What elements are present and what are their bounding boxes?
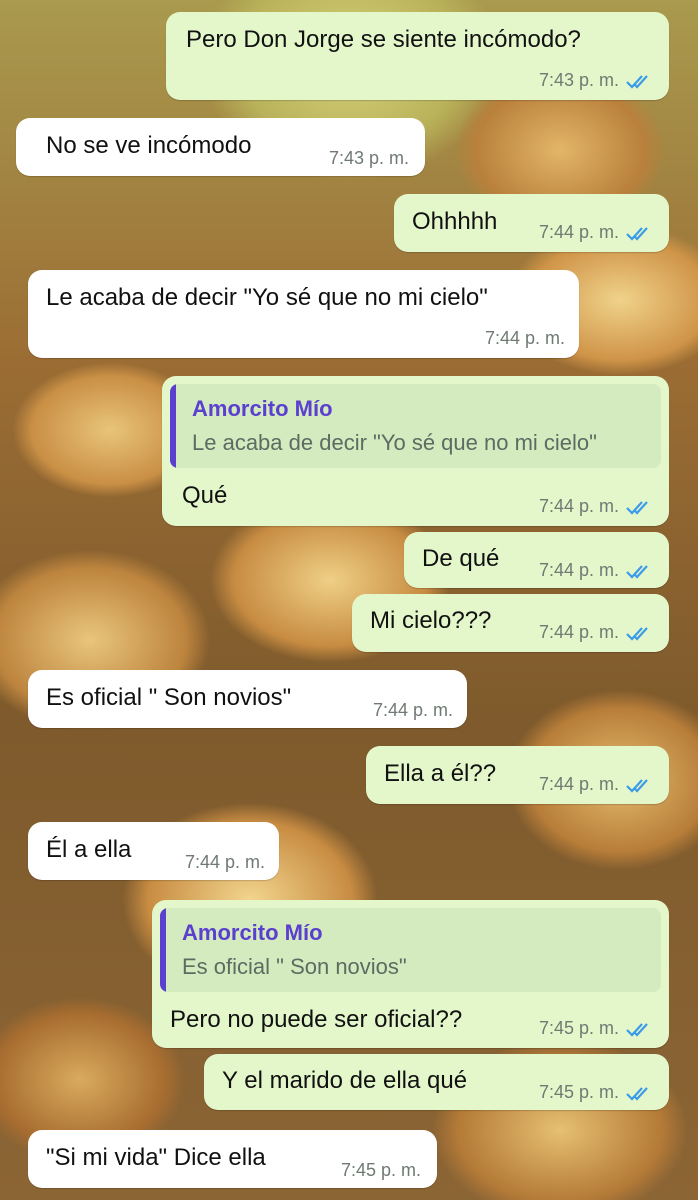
- message-incoming[interactable]: Él a ella 7:44 p. m.: [28, 822, 279, 880]
- message-outgoing[interactable]: Y el marido de ella qué 7:45 p. m.: [204, 1054, 669, 1110]
- quote-author: Amorcito Mío: [192, 396, 333, 421]
- message-meta: 7:44 p. m.: [539, 774, 655, 795]
- message-time: 7:45 p. m.: [538, 1082, 619, 1102]
- quote-author: Amorcito Mío: [182, 920, 323, 945]
- double-check-icon: [626, 778, 648, 793]
- message-time: 7:45 p. m.: [538, 1018, 619, 1038]
- message-text: Pero Don Jorge se siente incómodo?: [186, 26, 581, 53]
- message-text: No se ve incómodo: [46, 132, 252, 159]
- message-time: 7:44 p. m.: [538, 622, 619, 642]
- message-outgoing[interactable]: Mi cielo??? 7:44 p. m.: [352, 594, 669, 652]
- message-time: 7:44 p. m.: [184, 852, 265, 872]
- double-check-icon: [626, 1086, 648, 1101]
- message-meta: 7:44 p. m.: [539, 496, 655, 517]
- message-text: Es oficial " Son novios": [46, 684, 292, 711]
- message-incoming[interactable]: Es oficial " Son novios" 7:44 p. m.: [28, 670, 467, 728]
- message-time: 7:44 p. m.: [538, 774, 619, 794]
- double-check-icon: [626, 564, 648, 579]
- message-meta: 7:43 p. m.: [539, 70, 655, 91]
- quote-accent-bar: [160, 908, 166, 992]
- message-text: "Si mi vida" Dice ella: [46, 1144, 266, 1171]
- quoted-message[interactable]: Amorcito Mío Le acaba de decir "Yo sé qu…: [170, 384, 661, 468]
- message-outgoing[interactable]: De qué 7:44 p. m.: [404, 532, 669, 588]
- message-time: 7:44 p. m.: [538, 496, 619, 516]
- message-text: Ella a él??: [384, 760, 497, 787]
- message-outgoing-reply[interactable]: Amorcito Mío Es oficial " Son novios" Pe…: [152, 900, 669, 1048]
- message-meta: 7:44 p. m.: [539, 622, 655, 643]
- message-meta: 7:43 p. m.: [329, 148, 409, 169]
- message-text: Mi cielo???: [370, 607, 492, 634]
- message-meta: 7:45 p. m.: [539, 1082, 655, 1103]
- message-time: 7:45 p. m.: [340, 1160, 421, 1180]
- message-text: De qué: [422, 545, 500, 572]
- quote-text: Le acaba de decir "Yo sé que no mi cielo…: [192, 430, 597, 455]
- double-check-icon: [626, 226, 648, 241]
- message-text: Qué: [182, 482, 228, 509]
- quoted-message[interactable]: Amorcito Mío Es oficial " Son novios": [160, 908, 661, 992]
- message-time: 7:44 p. m.: [538, 560, 619, 580]
- message-meta: 7:45 p. m.: [341, 1160, 421, 1181]
- message-incoming[interactable]: No se ve incómodo 7:43 p. m.: [16, 118, 425, 176]
- message-meta: 7:44 p. m.: [185, 852, 265, 873]
- message-text: Le acaba de decir "Yo sé que no mi cielo…: [46, 284, 488, 311]
- double-check-icon: [626, 626, 648, 641]
- message-meta: 7:44 p. m.: [485, 328, 565, 349]
- message-outgoing[interactable]: Ohhhhh 7:44 p. m.: [394, 194, 669, 252]
- message-time: 7:44 p. m.: [538, 222, 619, 242]
- quote-text: Es oficial " Son novios": [182, 954, 407, 979]
- double-check-icon: [626, 500, 648, 515]
- message-time: 7:43 p. m.: [538, 70, 619, 90]
- message-meta: 7:45 p. m.: [539, 1018, 655, 1039]
- message-outgoing[interactable]: Pero Don Jorge se siente incómodo? 7:43 …: [166, 12, 669, 100]
- message-text: Ohhhhh: [412, 208, 498, 235]
- message-time: 7:44 p. m.: [484, 328, 565, 348]
- message-text: Él a ella: [46, 836, 132, 863]
- message-incoming[interactable]: Le acaba de decir "Yo sé que no mi cielo…: [28, 270, 579, 358]
- message-outgoing[interactable]: Ella a él?? 7:44 p. m.: [366, 746, 669, 804]
- double-check-icon: [626, 1022, 648, 1037]
- message-text: Y el marido de ella qué: [222, 1067, 468, 1094]
- double-check-icon: [626, 74, 648, 89]
- message-text: Pero no puede ser oficial??: [170, 1006, 463, 1033]
- message-incoming[interactable]: "Si mi vida" Dice ella 7:45 p. m.: [28, 1130, 437, 1188]
- message-meta: 7:44 p. m.: [539, 560, 655, 581]
- message-time: 7:44 p. m.: [372, 700, 453, 720]
- message-outgoing-reply[interactable]: Amorcito Mío Le acaba de decir "Yo sé qu…: [162, 376, 669, 526]
- message-meta: 7:44 p. m.: [373, 700, 453, 721]
- quote-accent-bar: [170, 384, 176, 468]
- message-meta: 7:44 p. m.: [539, 222, 655, 243]
- message-time: 7:43 p. m.: [328, 148, 409, 168]
